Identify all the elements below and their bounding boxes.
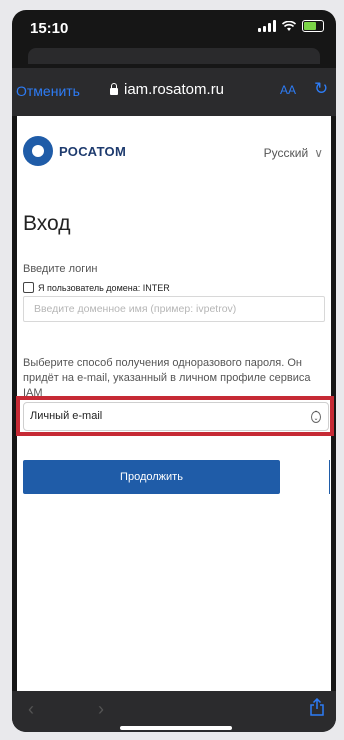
domain-user-checkbox[interactable] [23,282,34,293]
status-icons [258,20,324,32]
chevron-down-icon: ∨ [314,146,323,160]
language-label: Русский [263,146,309,160]
domain-name-placeholder: Введите доменное имя (пример: ivpetrov) [34,303,237,315]
url-field[interactable]: iam.rosatom.ru [110,81,224,98]
forward-icon[interactable]: › [98,699,104,720]
continue-button[interactable]: Продолжить [23,460,280,494]
rosatom-logo: РОСАТОМ [23,136,126,166]
tab-peek [28,48,320,64]
login-label: Введите логин [23,263,98,275]
status-time: 15:10 [30,20,69,37]
share-icon[interactable] [310,698,324,716]
status-bar: 15:10 [12,10,336,50]
page-title: Вход [23,212,71,235]
highlight-frame [16,396,334,436]
url-text: iam.rosatom.ru [124,81,225,98]
reload-icon[interactable]: ↻ [314,79,328,99]
home-indicator [120,726,232,730]
battery-icon [302,20,324,32]
domain-user-checkbox-row[interactable]: Я пользователь домена: INTER [23,282,170,293]
text-size-button[interactable]: AA [280,83,296,97]
signal-icon [258,20,276,32]
otp-instruction: Выберите способ получения одноразового п… [23,357,311,399]
back-icon[interactable]: ‹ [28,699,34,720]
lock-icon [110,83,118,95]
language-selector[interactable]: Русский ∨ [264,146,323,160]
brand-name: РОСАТОМ [59,143,127,159]
wifi-icon [282,20,296,31]
rosatom-logo-icon [23,136,53,166]
browser-bar: Отменить iam.rosatom.ru AA ↻ [12,68,336,116]
device-screen: 15:10 Отменить iam.rosatom.ru AA ↻ РОСАТ… [12,10,336,732]
domain-name-input[interactable]: Введите доменное имя (пример: ivpetrov) [23,296,325,322]
cancel-button[interactable]: Отменить [16,83,80,99]
side-line [329,460,330,494]
domain-user-label: Я пользователь домена: INTER [38,282,170,293]
login-page: РОСАТОМ Русский ∨ Вход Введите логин Я п… [16,116,334,691]
